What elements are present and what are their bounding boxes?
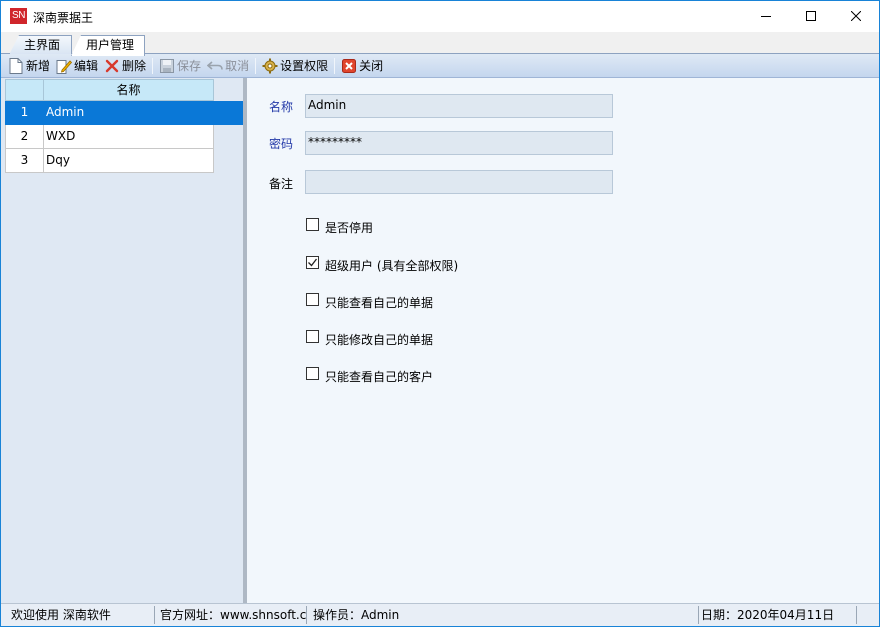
status-website: 官方网址：www.shnsoft.com: [160, 606, 307, 624]
edit-icon: [56, 58, 73, 74]
tab-main[interactable]: 主界面: [9, 35, 72, 55]
set-permissions-button[interactable]: 设置权限: [259, 55, 331, 77]
row-number: 1: [5, 101, 44, 125]
status-bar: 欢迎使用 深南软件 官方网址：www.shnsoft.com 操作员：Admin…: [1, 603, 879, 626]
delete-button[interactable]: 删除: [101, 55, 149, 77]
edit-label: 编辑: [74, 59, 99, 73]
save-button[interactable]: 保存: [156, 55, 204, 77]
new-document-icon: [8, 57, 24, 74]
gear-icon: [262, 58, 278, 74]
delete-icon: [104, 58, 120, 74]
row-number: 3: [5, 149, 44, 173]
save-icon: [159, 58, 175, 74]
view-own-bills-checkbox[interactable]: 只能查看自己的单据: [306, 293, 434, 311]
close-tab-label: 关闭: [359, 59, 384, 73]
checkbox-label: 只能查看自己的单据: [325, 296, 434, 310]
toolbar-separator: [152, 57, 154, 74]
checkbox-box: [306, 218, 319, 231]
status-date: 日期：2020年04月11日: [699, 606, 857, 624]
column-header-name[interactable]: 名称: [44, 79, 214, 101]
name-field[interactable]: Admin: [305, 94, 613, 118]
grid-corner-cell: [5, 79, 44, 101]
maximize-icon: [806, 11, 816, 21]
cancel-label: 取消: [225, 59, 250, 73]
password-field[interactable]: *********: [305, 131, 613, 155]
user-name-cell: WXD: [44, 125, 214, 149]
checkbox-box: [306, 367, 319, 380]
note-label: 备注: [269, 177, 294, 191]
edit-own-bills-checkbox[interactable]: 只能修改自己的单据: [306, 330, 434, 348]
close-window-button[interactable]: [833, 1, 879, 31]
toolbar-separator: [334, 57, 336, 74]
minimize-button[interactable]: [743, 1, 789, 31]
table-row[interactable]: 3 Dqy: [5, 149, 244, 173]
checkbox-box: [306, 256, 319, 269]
view-own-customers-checkbox[interactable]: 只能查看自己的客户: [306, 367, 434, 385]
tab-user-management[interactable]: 用户管理: [71, 35, 145, 56]
row-number: 2: [5, 125, 44, 149]
checkbox-label: 只能修改自己的单据: [325, 333, 434, 347]
app-logo: SN: [10, 8, 27, 24]
status-welcome: 欢迎使用 深南软件: [11, 606, 155, 624]
superuser-checkbox[interactable]: 超级用户 (具有全部权限): [306, 256, 459, 274]
set-permissions-label: 设置权限: [280, 59, 329, 73]
toolbar: 新增 编辑 删除 保存 取消 设置权限 关闭: [1, 54, 879, 78]
checkmark-icon: [308, 258, 318, 267]
status-operator: 操作员：Admin: [313, 606, 699, 624]
cancel-button[interactable]: 取消: [204, 55, 252, 77]
checkbox-label: 超级用户 (具有全部权限): [325, 259, 459, 273]
user-detail-panel: 名称 Admin 密码 ********* 备注 是否停用 超级用户 (具有全部…: [247, 78, 879, 603]
checkbox-box: [306, 330, 319, 343]
close-icon: [851, 11, 861, 21]
maximize-button[interactable]: [788, 1, 834, 31]
user-name-cell: Admin: [44, 101, 244, 125]
disabled-checkbox[interactable]: 是否停用: [306, 218, 374, 236]
name-label: 名称: [269, 100, 294, 114]
delete-label: 删除: [122, 59, 147, 73]
save-label: 保存: [177, 59, 202, 73]
password-label: 密码: [269, 137, 294, 151]
user-name-cell: Dqy: [44, 149, 214, 173]
edit-button[interactable]: 编辑: [53, 55, 101, 77]
add-label: 新增: [26, 59, 51, 73]
title-bar: SN 深南票据王: [1, 1, 879, 32]
undo-icon: [207, 58, 223, 74]
checkbox-label: 是否停用: [325, 221, 374, 235]
grid-header: 名称: [5, 79, 244, 101]
checkbox-box: [306, 293, 319, 306]
app-window: SN 深南票据王 主界面 用户管理 新增 编辑 删除 保存 取消 设置权限 关闭…: [0, 0, 880, 627]
user-list-panel: 名称 1 Admin 2 WXD 3 Dqy: [1, 78, 244, 603]
minimize-icon: [761, 16, 771, 17]
add-button[interactable]: 新增: [5, 55, 53, 77]
table-row[interactable]: 2 WXD: [5, 125, 244, 149]
checkbox-label: 只能查看自己的客户: [325, 370, 434, 384]
close-square-icon: [341, 58, 357, 74]
close-tab-button[interactable]: 关闭: [338, 55, 386, 77]
tab-strip: 主界面 用户管理: [1, 32, 879, 56]
user-grid: 名称 1 Admin 2 WXD 3 Dqy: [5, 79, 244, 173]
note-field[interactable]: [305, 170, 613, 194]
window-title: 深南票据王: [33, 11, 94, 25]
toolbar-separator: [255, 57, 257, 74]
table-row[interactable]: 1 Admin: [5, 101, 244, 125]
